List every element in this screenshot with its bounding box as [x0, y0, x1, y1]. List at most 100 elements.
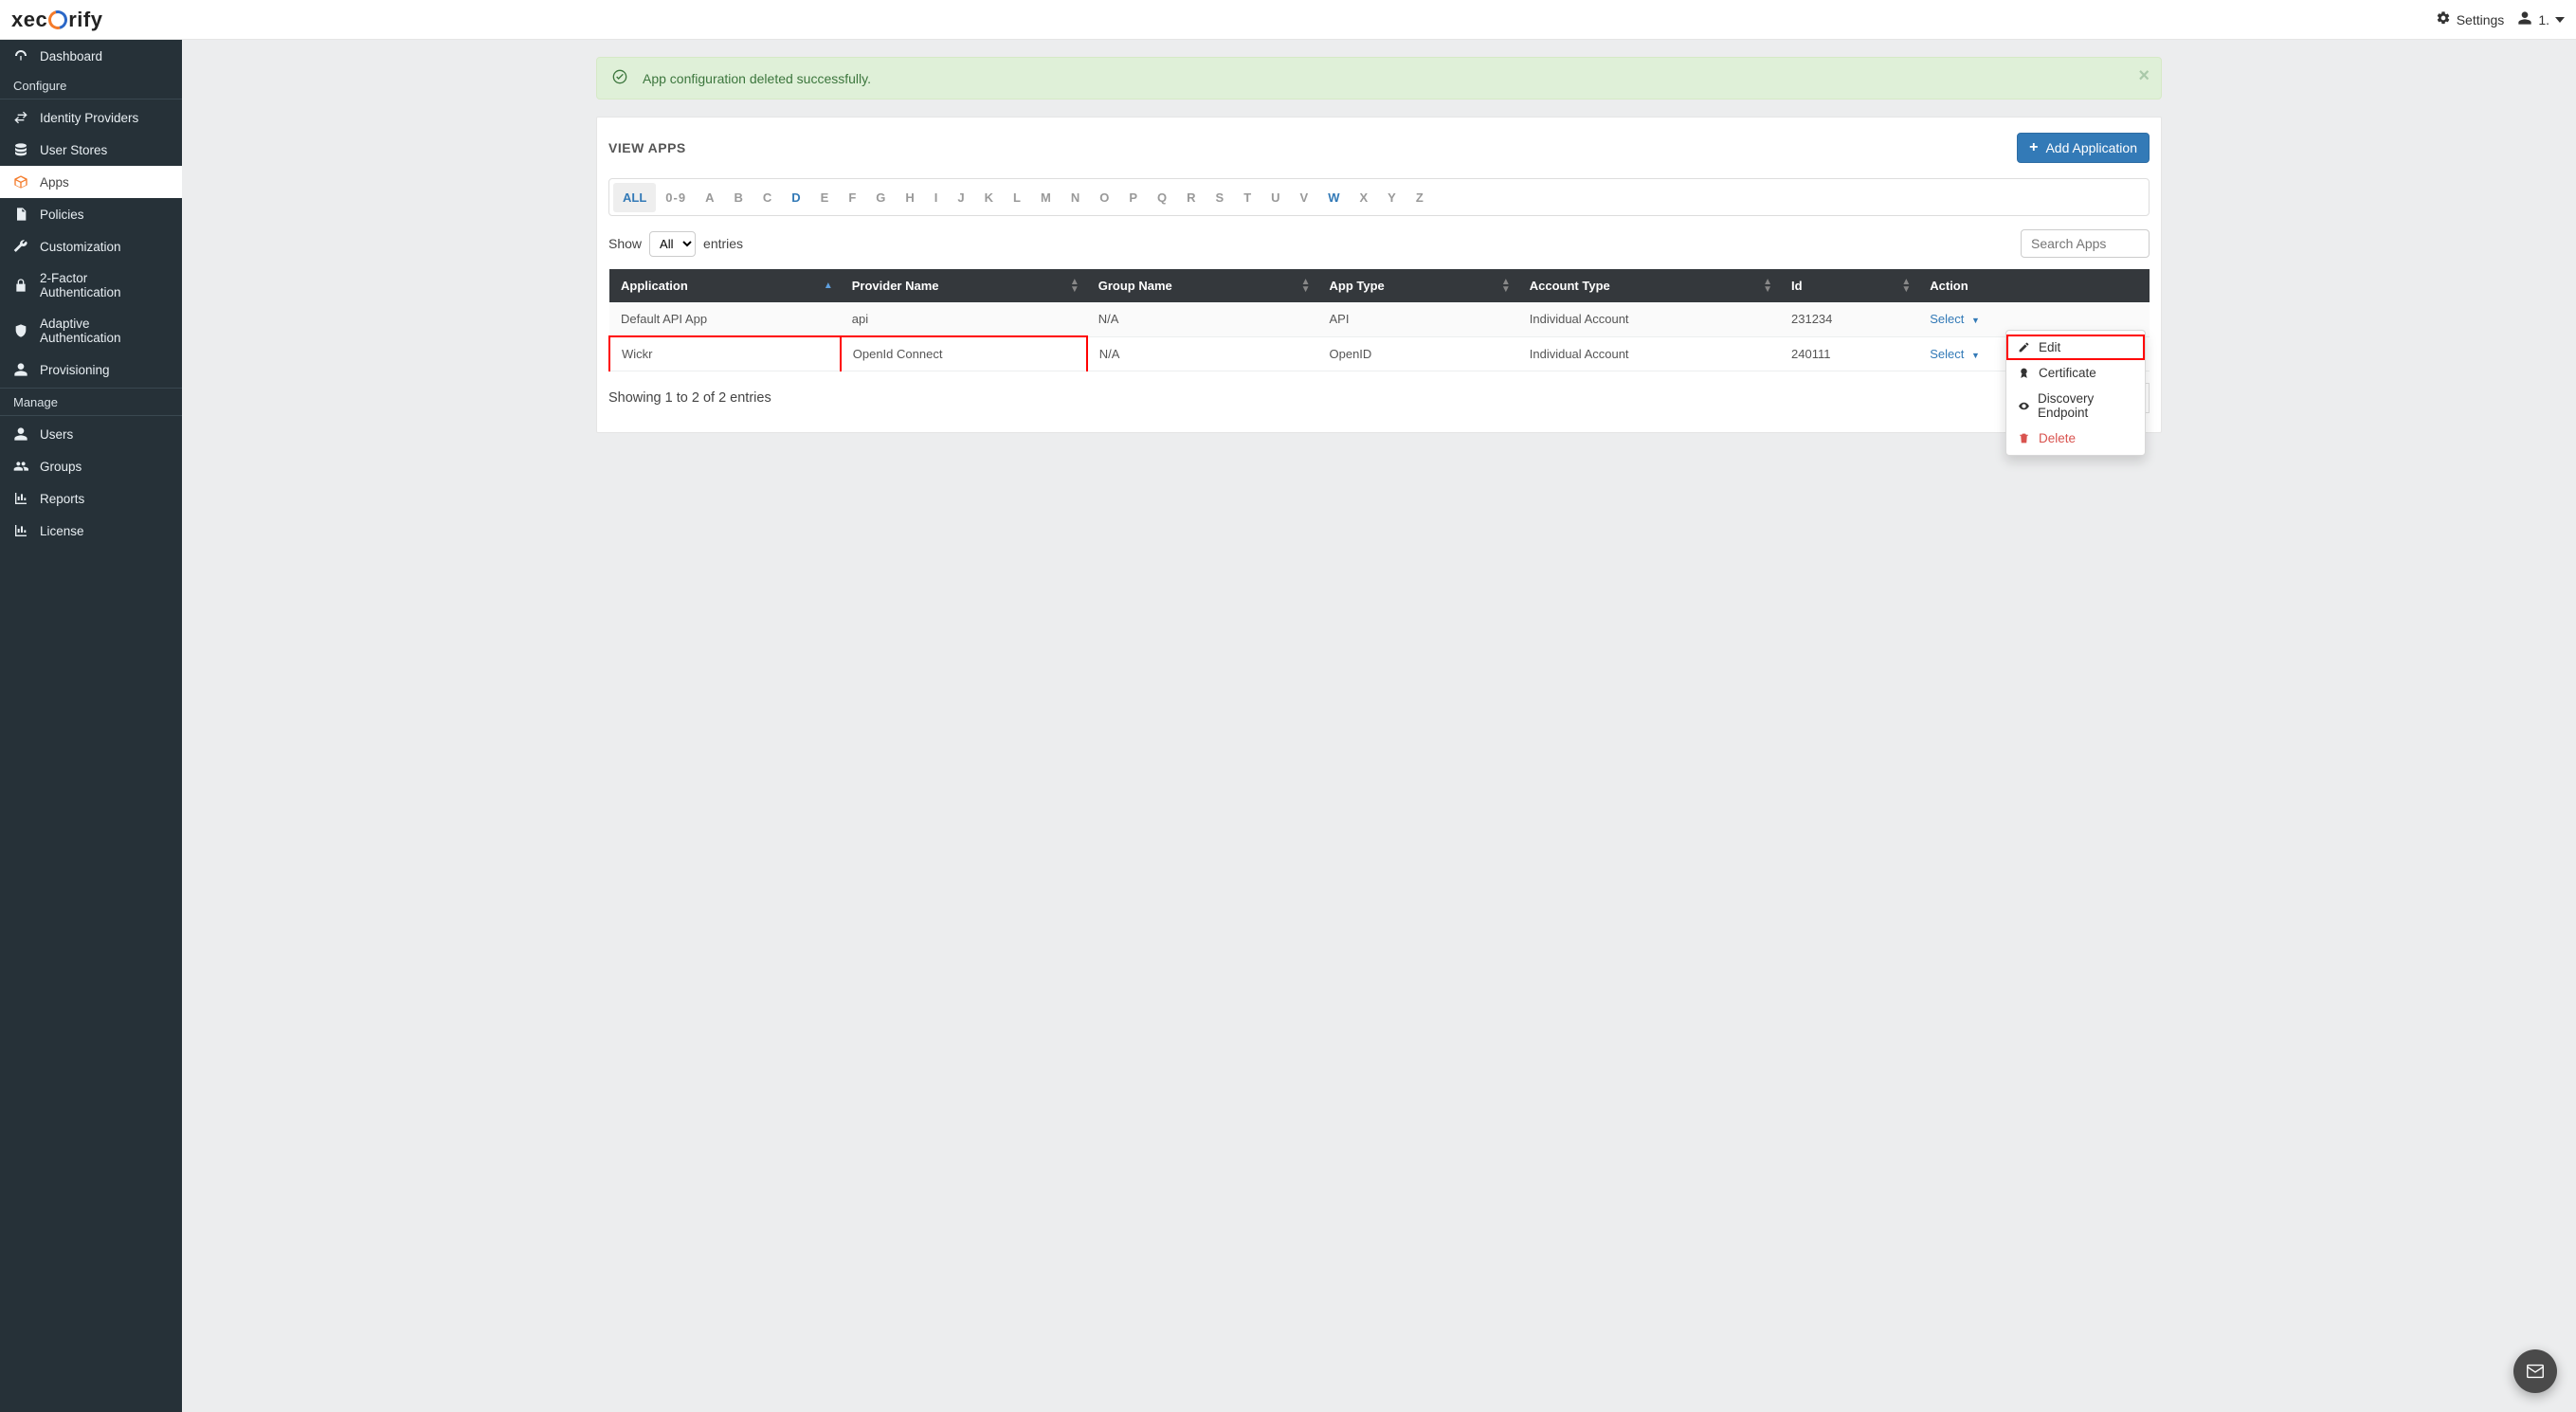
alpha-pill[interactable]: D — [782, 183, 810, 212]
sidebar-item-identity-providers[interactable]: Identity Providers — [0, 101, 182, 134]
col-provider[interactable]: Provider Name▲▼ — [841, 269, 1087, 302]
sidebar-item-license[interactable]: License — [0, 515, 182, 547]
select-action-link[interactable]: Select ▼ — [1930, 312, 1980, 326]
brand-prefix: xec — [11, 8, 47, 32]
alpha-pill-all[interactable]: ALL — [613, 183, 656, 212]
dropdown-edit[interactable]: Edit — [2006, 335, 2145, 360]
chart-icon — [13, 491, 28, 506]
sidebar-item-adaptive-auth[interactable]: Adaptive Authentication — [0, 308, 182, 353]
sidebar-label: License — [40, 524, 84, 538]
brand-swirl-icon — [45, 7, 71, 32]
apps-table: Application▲ Provider Name▲▼ Group Name▲… — [608, 269, 2150, 371]
settings-button[interactable]: Settings — [2436, 10, 2505, 28]
dropdown-cert-label: Certificate — [2039, 366, 2096, 380]
show-label-before: Show — [608, 236, 642, 251]
lock-icon — [13, 278, 28, 293]
alpha-pill[interactable]: I — [925, 183, 949, 212]
person-icon — [13, 362, 28, 377]
settings-label: Settings — [2457, 12, 2505, 27]
mail-fab[interactable] — [2513, 1349, 2557, 1393]
alpha-pill[interactable]: V — [1291, 183, 1319, 212]
cell-application: Default API App — [609, 302, 841, 336]
sidebar-item-provisioning[interactable]: Provisioning — [0, 353, 182, 386]
show-entries-control: Show All entries — [608, 231, 743, 257]
user-menu[interactable]: 1. — [2517, 10, 2565, 28]
sidebar-label: User Stores — [40, 143, 107, 157]
alpha-pill[interactable]: Q — [1148, 183, 1177, 212]
alert-close-button[interactable]: × — [2138, 65, 2150, 87]
sidebar-item-users[interactable]: Users — [0, 418, 182, 450]
sidebar-label: Policies — [40, 208, 84, 222]
alpha-pill[interactable]: S — [1206, 183, 1235, 212]
sidebar-label: Groups — [40, 460, 82, 474]
alpha-pill[interactable]: X — [1351, 183, 1379, 212]
box-icon — [13, 174, 28, 190]
alpha-pill[interactable]: P — [1119, 183, 1148, 212]
alpha-pill[interactable]: 0-9 — [656, 183, 696, 212]
add-application-button[interactable]: + Add Application — [2017, 133, 2150, 163]
cell-group: N/A — [1087, 336, 1318, 371]
main-area: App configuration deleted successfully. … — [182, 40, 2576, 1412]
col-group[interactable]: Group Name▲▼ — [1087, 269, 1318, 302]
sidebar-item-policies[interactable]: Policies — [0, 198, 182, 230]
sidebar-label: Customization — [40, 240, 121, 254]
show-label-after: entries — [703, 236, 743, 251]
caret-down-icon — [2555, 12, 2565, 27]
sidebar-label: Dashboard — [40, 49, 102, 63]
document-icon — [13, 207, 28, 222]
alpha-pill[interactable]: E — [811, 183, 840, 212]
col-application[interactable]: Application▲ — [609, 269, 841, 302]
alpha-pill[interactable]: J — [948, 183, 974, 212]
alpha-pill[interactable]: K — [975, 183, 1004, 212]
show-entries-select[interactable]: All — [649, 231, 696, 257]
sidebar-label: Adaptive Authentication — [40, 317, 169, 345]
action-dropdown: Edit Certificate Discovery Endpoint Dele… — [2005, 330, 2146, 456]
alpha-pill[interactable]: M — [1031, 183, 1061, 212]
col-app-type[interactable]: App Type▲▼ — [1318, 269, 1518, 302]
col-account-type[interactable]: Account Type▲▼ — [1518, 269, 1780, 302]
alpha-pill[interactable]: C — [753, 183, 782, 212]
shield-icon — [13, 323, 28, 338]
dropdown-discovery[interactable]: Discovery Endpoint — [2006, 386, 2145, 425]
sidebar-item-customization[interactable]: Customization — [0, 230, 182, 262]
sidebar-item-2fa[interactable]: 2-Factor Authentication — [0, 262, 182, 308]
sidebar-item-dashboard[interactable]: Dashboard — [0, 40, 182, 72]
sidebar-label: Reports — [40, 492, 84, 506]
edit-icon — [2018, 341, 2031, 353]
alpha-pill[interactable]: N — [1061, 183, 1090, 212]
alpha-pill[interactable]: Y — [1378, 183, 1406, 212]
alpha-pill[interactable]: R — [1177, 183, 1206, 212]
sidebar-label: 2-Factor Authentication — [40, 271, 169, 299]
alpha-pill[interactable]: H — [896, 183, 924, 212]
alpha-pill[interactable]: F — [839, 183, 866, 212]
user-icon — [2517, 10, 2532, 28]
select-action-link[interactable]: Select ▼ — [1930, 347, 1980, 361]
search-apps-input[interactable] — [2021, 229, 2150, 258]
alpha-pill[interactable]: L — [1004, 183, 1031, 212]
sidebar-item-apps[interactable]: Apps — [0, 166, 182, 198]
dropdown-discovery-label: Discovery Endpoint — [2038, 391, 2133, 420]
sidebar-item-reports[interactable]: Reports — [0, 482, 182, 515]
plus-icon: + — [2029, 142, 2038, 154]
col-id[interactable]: Id▲▼ — [1780, 269, 1918, 302]
alpha-pill[interactable]: T — [1234, 183, 1261, 212]
sidebar-label: Identity Providers — [40, 111, 138, 125]
alpha-pill[interactable]: A — [696, 183, 724, 212]
alpha-pill[interactable]: G — [866, 183, 896, 212]
dropdown-delete[interactable]: Delete — [2006, 425, 2145, 451]
dropdown-certificate[interactable]: Certificate — [2006, 360, 2145, 386]
certificate-icon — [2018, 367, 2031, 379]
sidebar-item-groups[interactable]: Groups — [0, 450, 182, 482]
alpha-pill[interactable]: Z — [1406, 183, 1434, 212]
alpha-pill[interactable]: B — [724, 183, 753, 212]
person-icon — [13, 426, 28, 442]
sidebar-item-user-stores[interactable]: User Stores — [0, 134, 182, 166]
alpha-pill[interactable]: U — [1261, 183, 1290, 212]
cell-provider: OpenId Connect — [841, 336, 1087, 371]
cell-id: 231234 — [1780, 302, 1918, 336]
dropdown-edit-label: Edit — [2039, 340, 2060, 354]
wrench-icon — [13, 239, 28, 254]
alpha-pill[interactable]: O — [1090, 183, 1119, 212]
alpha-pill[interactable]: W — [1318, 183, 1350, 212]
sidebar-label: Apps — [40, 175, 69, 190]
